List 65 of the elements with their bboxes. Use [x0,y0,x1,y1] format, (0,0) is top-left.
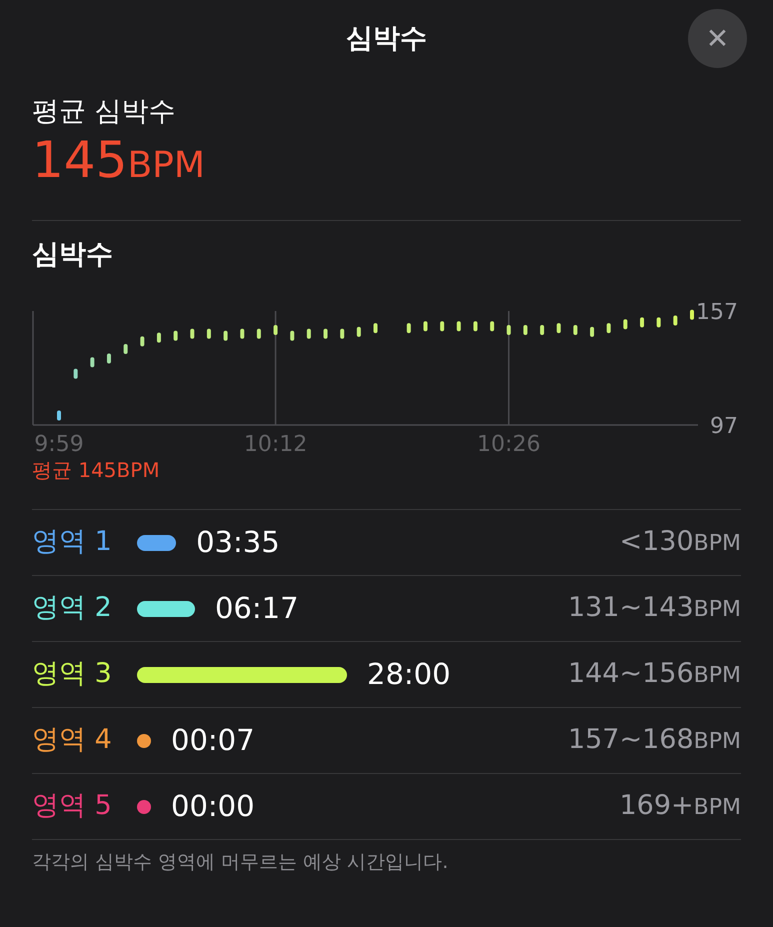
data-point [190,328,194,339]
data-point [57,410,61,420]
data-point [224,330,228,341]
data-point [440,321,444,332]
zone-time: 00:00 [171,788,255,825]
data-point [374,323,378,334]
data-point [290,330,294,341]
data-point [590,326,594,337]
data-point [256,328,261,339]
section-title: 심박수 [32,238,114,272]
data-point [324,328,328,339]
data-point [306,328,311,339]
zone-range: 131~143BPM [568,591,741,626]
data-point [174,330,178,341]
axis-label: 10:26 [477,432,540,457]
axis-label: 10:12 [244,432,308,457]
data-point [156,332,161,343]
average-note: 평균 145BPM [32,457,161,484]
data-point [623,319,628,330]
screen-title: 심박수 [346,22,427,56]
close-button[interactable]: ✕ [688,9,747,68]
zone-name: 영역 2 [32,591,113,626]
zone-name: 영역 1 [32,525,113,560]
data-point [124,344,128,354]
data-point [473,321,478,332]
data-point [240,328,244,339]
data-point [74,368,78,379]
axis-label: 97 [710,414,738,439]
axis-label: 157 [696,300,738,325]
average-value: 145 BPM [32,132,206,190]
data-point [206,328,211,339]
data-point [423,321,428,332]
data-point [274,325,278,335]
axis-label: 9:59 [34,432,84,457]
data-point [556,323,561,334]
footnote: 각각의 심박수 영역에 머무르는 예상 시간입니다. [32,850,450,875]
zone-time: 28:00 [367,656,451,693]
zone-range: <130BPM [619,525,741,560]
zone-time: 00:07 [171,722,255,759]
data-point [90,357,94,368]
zone-name: 영역 5 [32,789,113,824]
zone-time: 06:17 [214,590,299,627]
data-point [573,325,578,335]
zone-time: 03:35 [196,524,280,561]
data-point [540,325,544,335]
data-point [106,354,111,364]
data-point [673,316,678,326]
zone-range: 144~156BPM [568,657,741,692]
data-point [690,310,694,320]
data-point [640,317,644,328]
data-point [340,328,344,339]
data-point [406,323,411,334]
data-point [356,326,361,337]
data-point [140,336,144,346]
data-point [523,325,528,335]
average-label: 평균 심박수 [32,95,177,129]
data-point [656,317,661,328]
data-point [606,323,611,334]
data-point [506,325,511,335]
data-point [456,321,461,332]
data-point [490,321,494,332]
zone-range: 169+BPM [619,789,741,824]
zone-name: 영역 3 [32,657,113,692]
zone-name: 영역 4 [32,723,113,758]
zone-range: 157~168BPM [568,723,741,758]
